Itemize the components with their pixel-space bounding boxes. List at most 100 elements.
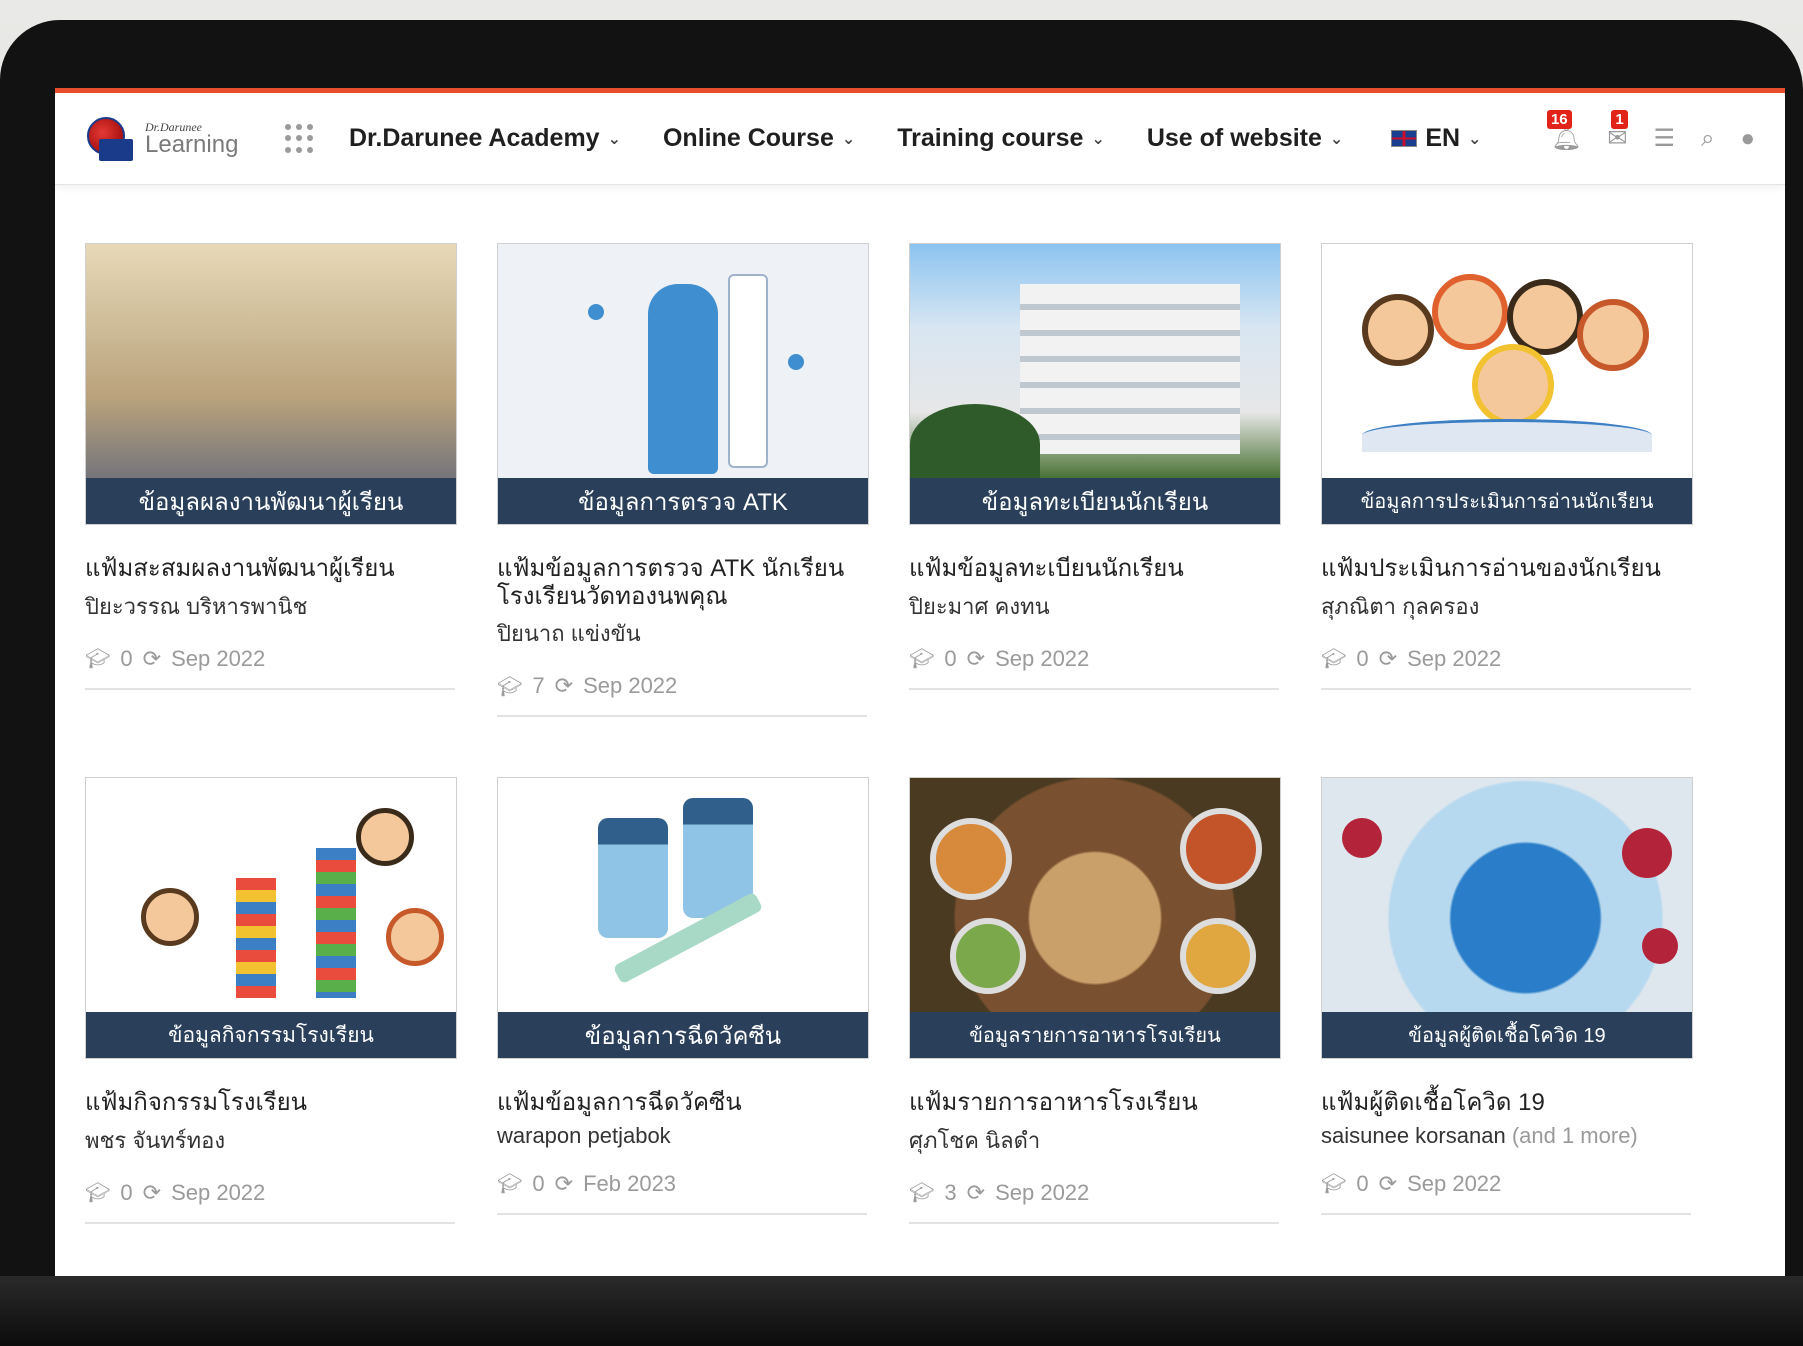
course-card[interactable]: ข้อมูลทะเบียนนักเรียน แฟ้มข้อมูลทะเบียนน… bbox=[909, 243, 1281, 717]
user-menu-button[interactable]: ● bbox=[1741, 125, 1756, 153]
course-card[interactable]: ข้อมูลรายการอาหารโรงเรียน แฟ้มรายการอาหา… bbox=[909, 777, 1281, 1224]
graduation-cap-icon: 🎓︎ bbox=[497, 675, 523, 698]
student-count: 0 bbox=[944, 645, 957, 671]
site-logo[interactable]: Dr.Darunee Learning bbox=[85, 113, 255, 165]
author-name[interactable]: ศุภโชค นิลดำ bbox=[909, 1128, 1040, 1153]
bell-icon: 🔔︎ bbox=[1550, 125, 1582, 152]
author-name[interactable]: ปิยนาถ แข่งขัน bbox=[497, 621, 641, 646]
updated-date: Sep 2022 bbox=[1407, 645, 1502, 671]
thumbnail-banner: ข้อมูลผลงานพัฒนาผู้เรียน bbox=[86, 478, 456, 524]
course-author: ปิยนาถ แข่งขัน bbox=[497, 616, 867, 651]
course-meta: 🎓︎ 0 ⟳ Sep 2022 bbox=[1321, 1171, 1691, 1215]
user-icon: ● bbox=[1740, 124, 1756, 152]
course-card[interactable]: ข้อมูลผู้ติดเชื้อโควิด 19 แฟ้มผู้ติดเชื้… bbox=[1321, 777, 1693, 1224]
course-meta: 🎓︎ 0 ⟳ Sep 2022 bbox=[909, 646, 1279, 690]
refresh-icon: ⟳ bbox=[554, 673, 574, 699]
navbar-icons: 🔔︎ 16 ✉ 1 ☰ ⌕ ● bbox=[1546, 110, 1756, 153]
thumbnail-banner: ข้อมูลผู้ติดเชื้อโควิด 19 bbox=[1322, 1012, 1692, 1059]
nav-academy-label: Dr.Darunee Academy bbox=[349, 124, 600, 152]
course-author: สุภณิตา กุลครอง bbox=[1321, 589, 1691, 624]
apps-grid-icon[interactable] bbox=[285, 123, 315, 154]
course-thumbnail[interactable]: ข้อมูลการตรวจ ATK bbox=[497, 243, 869, 525]
course-title[interactable]: แฟ้มสะสมผลงานพัฒนาผู้เรียน bbox=[85, 555, 455, 583]
nav-online-course[interactable]: Online Course ⌄ bbox=[663, 124, 855, 153]
logo-big-text: Learning bbox=[145, 130, 239, 158]
language-selector[interactable]: EN ⌄ bbox=[1391, 124, 1481, 153]
course-thumbnail[interactable]: ข้อมูลผู้ติดเชื้อโควิด 19 bbox=[1321, 777, 1693, 1060]
course-card[interactable]: ข้อมูลการประเมินการอ่านนักเรียน แฟ้มประเ… bbox=[1321, 243, 1693, 717]
course-thumbnail[interactable]: ข้อมูลการประเมินการอ่านนักเรียน bbox=[1321, 243, 1693, 525]
course-title[interactable]: แฟ้มผู้ติดเชื้อโควิด 19 bbox=[1321, 1089, 1691, 1117]
nav-training-course[interactable]: Training course ⌄ bbox=[897, 124, 1105, 153]
course-thumbnail[interactable]: ข้อมูลการฉีดวัคซีน bbox=[497, 777, 869, 1060]
sliders-icon: ☰ bbox=[1653, 125, 1676, 152]
refresh-icon: ⟳ bbox=[1378, 645, 1398, 671]
refresh-icon: ⟳ bbox=[966, 645, 986, 671]
thumbnail-banner: ข้อมูลกิจกรรมโรงเรียน bbox=[86, 1012, 456, 1059]
logo-mark bbox=[85, 113, 137, 165]
course-thumbnail[interactable]: ข้อมูลกิจกรรมโรงเรียน bbox=[85, 777, 457, 1060]
preferences-button[interactable]: ☰ bbox=[1654, 124, 1676, 153]
course-meta: 🎓︎ 3 ⟳ Sep 2022 bbox=[909, 1180, 1279, 1224]
course-title[interactable]: แฟ้มกิจกรรมโรงเรียน bbox=[85, 1089, 455, 1117]
updated-date: Sep 2022 bbox=[1407, 1170, 1502, 1196]
nav-use-of-website-label: Use of website bbox=[1146, 124, 1322, 152]
course-card[interactable]: ข้อมูลกิจกรรมโรงเรียน แฟ้มกิจกรรมโรงเรีย… bbox=[85, 777, 457, 1224]
author-name[interactable]: พชร จันทร์ทอง bbox=[85, 1128, 225, 1153]
chat-icon: ✉ bbox=[1607, 125, 1628, 152]
course-thumbnail[interactable]: ข้อมูลผลงานพัฒนาผู้เรียน bbox=[85, 243, 457, 525]
course-author: warapon petjabok bbox=[497, 1123, 867, 1149]
notifications-button[interactable]: 🔔︎ 16 bbox=[1546, 110, 1582, 153]
messages-button[interactable]: ✉ 1 bbox=[1607, 110, 1628, 153]
thumbnail-banner: ข้อมูลการประเมินการอ่านนักเรียน bbox=[1322, 478, 1692, 524]
laptop-frame: Dr.Darunee Learning Dr.Darunee Academy ⌄ … bbox=[0, 20, 1803, 1346]
author-name[interactable]: ปิยะมาศ คงทน bbox=[909, 594, 1050, 619]
course-title[interactable]: แฟ้มประเมินการอ่านของนักเรียน bbox=[1321, 555, 1691, 583]
language-label: EN bbox=[1425, 124, 1461, 152]
author-name[interactable]: warapon petjabok bbox=[497, 1123, 671, 1148]
graduation-cap-icon: 🎓︎ bbox=[909, 1182, 935, 1205]
course-title[interactable]: แฟ้มรายการอาหารโรงเรียน bbox=[909, 1089, 1279, 1117]
course-thumbnail[interactable]: ข้อมูลรายการอาหารโรงเรียน bbox=[909, 777, 1281, 1060]
author-name[interactable]: สุภณิตา กุลครอง bbox=[1321, 594, 1479, 619]
thumbnail-banner: ข้อมูลรายการอาหารโรงเรียน bbox=[910, 1012, 1280, 1059]
author-name[interactable]: saisunee korsanan bbox=[1321, 1123, 1506, 1148]
course-thumbnail[interactable]: ข้อมูลทะเบียนนักเรียน bbox=[909, 243, 1281, 525]
course-card[interactable]: ข้อมูลผลงานพัฒนาผู้เรียน แฟ้มสะสมผลงานพั… bbox=[85, 243, 457, 717]
nav-use-of-website[interactable]: Use of website ⌄ bbox=[1147, 124, 1343, 153]
course-title[interactable]: แฟ้มข้อมูลทะเบียนนักเรียน bbox=[909, 555, 1279, 583]
updated-date: Sep 2022 bbox=[171, 645, 266, 671]
course-card[interactable]: ข้อมูลการตรวจ ATK แฟ้มข้อมูลการตรวจ ATK … bbox=[497, 243, 869, 718]
graduation-cap-icon: 🎓︎ bbox=[497, 1173, 523, 1196]
search-button[interactable]: ⌕ bbox=[1701, 125, 1714, 153]
course-title[interactable]: แฟ้มข้อมูลการตรวจ ATK นักเรียนโรงเรียนวั… bbox=[497, 555, 867, 610]
course-meta: 🎓︎ 0 ⟳ Sep 2022 bbox=[85, 1180, 455, 1224]
chevron-down-icon: ⌄ bbox=[607, 130, 621, 148]
course-author: ศุภโชค นิลดำ bbox=[909, 1123, 1279, 1158]
course-meta: 🎓︎ 0 ⟳ Sep 2022 bbox=[1321, 646, 1691, 690]
nav-academy[interactable]: Dr.Darunee Academy ⌄ bbox=[349, 124, 621, 153]
course-meta: 🎓︎ 7 ⟳ Sep 2022 bbox=[497, 673, 867, 718]
student-count: 7 bbox=[532, 673, 545, 699]
author-name[interactable]: ปิยะวรรณ บริหารพานิช bbox=[85, 594, 307, 619]
search-icon: ⌕ bbox=[1701, 124, 1715, 152]
navbar: Dr.Darunee Learning Dr.Darunee Academy ⌄ … bbox=[55, 93, 1785, 185]
graduation-cap-icon: 🎓︎ bbox=[1321, 648, 1347, 671]
student-count: 0 bbox=[532, 1170, 545, 1196]
refresh-icon: ⟳ bbox=[142, 645, 162, 671]
chevron-down-icon: ⌄ bbox=[1329, 130, 1344, 148]
chevron-down-icon: ⌄ bbox=[841, 130, 856, 148]
course-author: พชร จันทร์ทอง bbox=[85, 1123, 455, 1158]
screen: Dr.Darunee Learning Dr.Darunee Academy ⌄ … bbox=[55, 88, 1785, 1283]
keyboard-edge bbox=[0, 1276, 1803, 1346]
updated-date: Feb 2023 bbox=[583, 1170, 677, 1196]
updated-date: Sep 2022 bbox=[171, 1179, 266, 1205]
course-meta: 🎓︎ 0 ⟳ Sep 2022 bbox=[85, 646, 455, 690]
refresh-icon: ⟳ bbox=[142, 1179, 162, 1205]
student-count: 3 bbox=[944, 1179, 957, 1205]
course-title[interactable]: แฟ้มข้อมูลการฉีดวัคซีน bbox=[497, 1089, 867, 1117]
updated-date: Sep 2022 bbox=[995, 645, 1090, 671]
graduation-cap-icon: 🎓︎ bbox=[909, 648, 935, 671]
course-card[interactable]: ข้อมูลการฉีดวัคซีน แฟ้มข้อมูลการฉีดวัคซี… bbox=[497, 777, 869, 1224]
author-more: (and 1 more) bbox=[1511, 1122, 1638, 1148]
